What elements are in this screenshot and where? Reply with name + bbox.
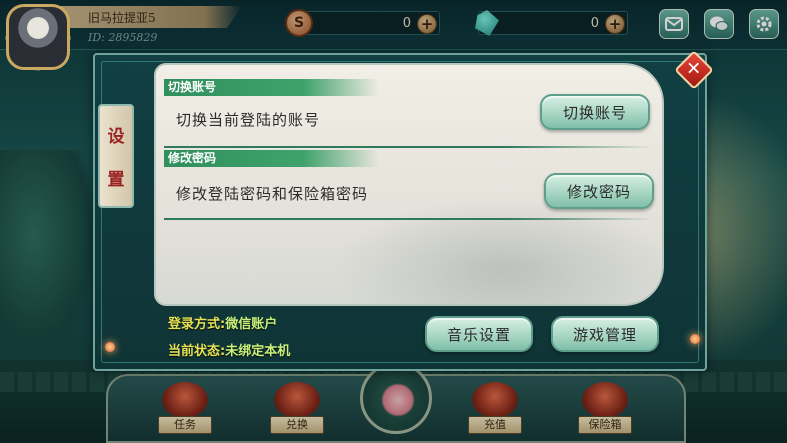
switch-account-button[interactable]: 切换账号 — [540, 94, 650, 130]
switch-account-description: 切换当前登陆的账号 — [176, 111, 321, 129]
change-password-button[interactable]: 修改密码 — [544, 173, 654, 209]
game-management-button[interactable]: 游戏管理 — [551, 316, 659, 352]
switch-account-header: 切换账号 — [164, 79, 379, 96]
settings-panel: 切换账号 切换当前登陆的账号 切换账号 修改密码 修改登陆密码和保险箱密码 修改… — [154, 63, 664, 306]
avatar[interactable] — [6, 4, 70, 70]
section-divider — [164, 218, 654, 220]
device-status: 当前状态:未绑定本机 — [168, 340, 290, 359]
login-method-value: 微信账户 — [225, 317, 278, 332]
section-divider — [164, 146, 654, 148]
login-method: 登录方式:微信账户 — [168, 313, 277, 332]
login-method-label: 登录方式: — [168, 317, 226, 332]
change-password-description: 修改登陆密码和保险箱密码 — [176, 185, 369, 203]
device-status-value: 未绑定本机 — [225, 344, 291, 359]
settings-tab: 设 置 — [98, 104, 134, 208]
lantern-decoration — [105, 342, 115, 352]
music-settings-button[interactable]: 音乐设置 — [425, 316, 533, 352]
settings-tab-char-1: 设 — [107, 127, 125, 147]
device-status-label: 当前状态: — [168, 344, 226, 359]
lantern-decoration — [690, 334, 700, 344]
settings-tab-char-2: 置 — [107, 170, 125, 190]
change-password-header: 修改密码 — [164, 150, 379, 167]
close-icon: ✕ — [686, 59, 702, 80]
